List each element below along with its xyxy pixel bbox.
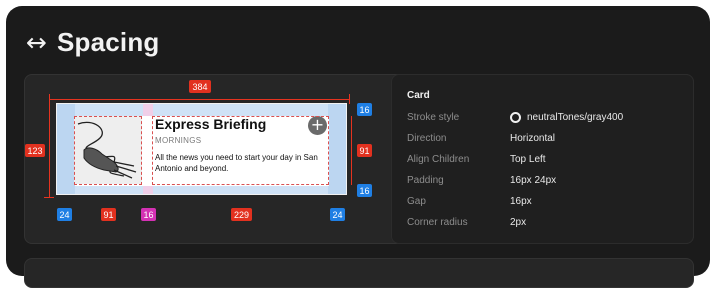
property-value: neutralTones/gray400 (510, 112, 623, 123)
property-key: Direction (407, 133, 447, 144)
content-bounds (152, 116, 329, 185)
property-key: Align Children (407, 154, 470, 165)
property-row: Padding 16px 24px (407, 175, 687, 186)
padding-right-area (328, 104, 346, 194)
property-row: Gap 16px (407, 196, 687, 207)
property-row: Align Children Top Left (407, 154, 687, 165)
property-value: 16px (510, 196, 532, 207)
width-badge: 384 (189, 80, 211, 93)
property-value: Horizontal (510, 133, 556, 144)
property-value: Top Left (510, 154, 546, 165)
stroke-swatch-icon (510, 112, 521, 123)
width-line (49, 99, 350, 100)
padding-top-badge: 16 (357, 103, 372, 116)
properties-panel: Card Stroke style neutralTones/gray400 D… (391, 74, 694, 244)
property-row: Direction Horizontal (407, 133, 687, 144)
property-key: Stroke style (407, 112, 460, 123)
property-row: Corner radius 2px (407, 217, 687, 228)
padding-left-area (57, 104, 75, 194)
properties-heading: Card (407, 90, 430, 101)
property-row: Stroke style neutralTones/gray400 (407, 112, 687, 123)
property-key: Corner radius (407, 217, 468, 228)
image-bounds (74, 116, 142, 185)
height-tick-bottom (44, 197, 54, 198)
padding-left-badge: 24 (57, 208, 72, 221)
section-title: ↔ Spacing (26, 27, 159, 57)
inner-height-badge: 91 (357, 144, 372, 157)
content-width-badge: 229 (231, 208, 252, 221)
property-key: Padding (407, 175, 444, 186)
property-value: 2px (510, 217, 527, 228)
height-badge: 123 (25, 144, 45, 157)
height-line-left (49, 100, 50, 198)
section-title-text: Spacing (56, 26, 160, 57)
property-key: Gap (407, 196, 426, 207)
width-tick-right (349, 94, 350, 104)
inner-height-line (351, 116, 352, 185)
padding-bottom-badge: 16 (357, 184, 372, 197)
image-width-badge: 91 (101, 208, 116, 221)
next-panel (24, 258, 694, 288)
property-value: 16px 24px (510, 175, 557, 186)
stroke-value: neutralTones/gray400 (527, 112, 624, 123)
padding-right-badge: 24 (330, 208, 345, 221)
left-right-arrow-icon: ↔ (26, 27, 47, 57)
gap-badge: 16 (141, 208, 156, 221)
